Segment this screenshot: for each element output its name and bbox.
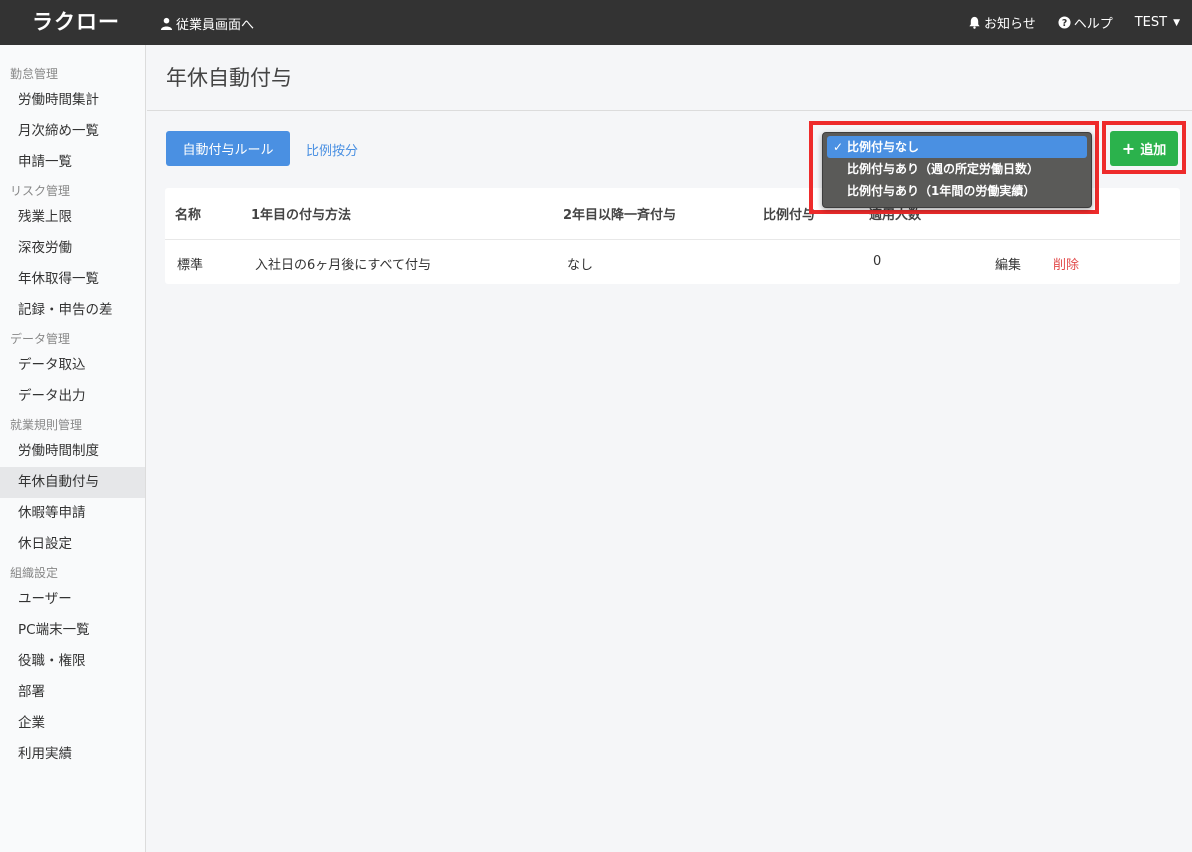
cell-count: 0 [873,254,882,269]
dropdown-option-annual-record[interactable]: 比例付与あり（1年間の労働実績） [827,180,1087,202]
sidebar-section-data: データ管理 [10,332,71,346]
sidebar-item-work-system[interactable]: 労働時間制度 [0,436,145,467]
sidebar-item-auto-leave[interactable]: 年休自動付与 [0,467,145,498]
add-button[interactable]: + 追加 [1110,131,1178,166]
sidebar: 勤怠管理 労働時間集計 月次締め一覧 申請一覧 リスク管理 残業上限 深夜労働 … [0,45,146,852]
top-bar: ラクロー 従業員画面へ お知らせ ? ヘルプ TEST ▼ [0,0,1192,45]
dropdown-option-label: 比例付与あり（週の所定労働日数） [847,162,1040,176]
notifications-link[interactable]: お知らせ [968,13,1036,32]
user-icon [160,17,173,30]
sidebar-item-monthly-close[interactable]: 月次締め一覧 [0,116,145,147]
employee-screen-link[interactable]: 従業員画面へ [160,14,254,33]
sidebar-item-pc-list[interactable]: PC端末一覧 [0,615,145,646]
page-title: 年休自動付与 [166,66,292,90]
app-logo[interactable]: ラクロー [32,6,120,36]
proportional-allocation-link[interactable]: 比例按分 [306,140,358,159]
cell-name: 標準 [177,258,204,273]
add-button-label: 追加 [1140,143,1167,158]
column-header-first-year: 1年目の付与方法 [251,208,352,223]
check-icon: ✓ [833,140,844,154]
sidebar-item-usage[interactable]: 利用実績 [0,739,145,770]
dropdown-option-none[interactable]: ✓ 比例付与なし [827,136,1087,158]
sidebar-section-risk: リスク管理 [10,184,71,198]
sidebar-item-data-import[interactable]: データ取込 [0,350,145,381]
employee-screen-label: 従業員画面へ [176,18,255,33]
cell-second-year: なし [567,258,594,273]
sidebar-item-requests[interactable]: 申請一覧 [0,147,145,178]
sidebar-section-attendance: 勤怠管理 [10,67,59,81]
sidebar-section-rules: 就業規則管理 [10,418,83,432]
sidebar-item-holidays[interactable]: 休日設定 [0,529,145,560]
sidebar-item-record-diff[interactable]: 記録・申告の差 [0,295,145,326]
svg-text:?: ? [1062,18,1067,29]
sidebar-section-organization: 組織設定 [10,566,59,580]
column-header-second-year: 2年目以降一斉付与 [563,208,677,223]
user-name: TEST [1134,15,1168,30]
user-menu[interactable]: TEST ▼ [1135,15,1180,30]
cell-first-year: 入社日の6ヶ月後にすべて付与 [255,258,431,273]
sidebar-item-users[interactable]: ユーザー [0,584,145,615]
help-label: ヘルプ [1073,17,1113,32]
sidebar-item-data-export[interactable]: データ出力 [0,381,145,412]
help-link[interactable]: ? ヘルプ [1058,13,1113,32]
sidebar-item-departments[interactable]: 部署 [0,677,145,708]
delete-button[interactable]: 削除 [1053,254,1079,273]
sidebar-item-leave-requests[interactable]: 休暇等申請 [0,498,145,529]
plus-icon: + [1121,139,1136,158]
title-divider [147,110,1192,111]
sidebar-item-night-work[interactable]: 深夜労働 [0,233,145,264]
sidebar-item-roles[interactable]: 役職・権限 [0,646,145,677]
sidebar-item-leave-taken[interactable]: 年休取得一覧 [0,264,145,295]
ratio-grant-dropdown[interactable]: ✓ 比例付与なし 比例付与あり（週の所定労働日数） 比例付与あり（1年間の労働実… [822,132,1092,208]
auto-grant-rule-button[interactable]: 自動付与ルール [166,131,290,166]
column-header-name: 名称 [175,208,202,223]
sidebar-item-overtime-limit[interactable]: 残業上限 [0,202,145,233]
dropdown-option-weekly-days[interactable]: 比例付与あり（週の所定労働日数） [827,158,1087,180]
sidebar-item-work-hours[interactable]: 労働時間集計 [0,85,145,116]
dropdown-option-label: 比例付与あり（1年間の労働実績） [847,184,1036,198]
chevron-down-icon: ▼ [1173,17,1180,28]
notifications-label: お知らせ [983,17,1036,32]
column-header-ratio: 比例付与 [763,208,816,223]
dropdown-option-label: 比例付与なし [847,140,920,154]
table-row-divider [165,239,1180,240]
bell-icon [969,16,980,29]
sidebar-item-company[interactable]: 企業 [0,708,145,739]
edit-button[interactable]: 編集 [995,254,1021,273]
question-circle-icon: ? [1058,16,1071,29]
